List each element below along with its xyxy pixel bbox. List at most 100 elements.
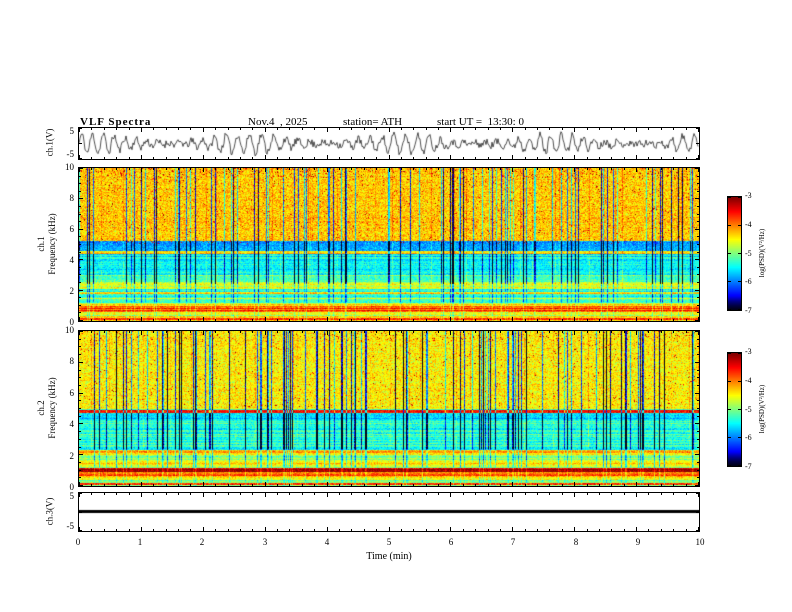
- tick-mark: [277, 128, 278, 130]
- tick-mark: [537, 529, 538, 531]
- tick-mark: [599, 484, 600, 486]
- tick-mark: [228, 484, 229, 486]
- tick-mark: [738, 197, 741, 198]
- tick-mark: [587, 128, 588, 130]
- tick-mark: [686, 157, 687, 159]
- tick-mark: [190, 493, 191, 495]
- tick-mark: [450, 128, 451, 132]
- time-axis-label: Time (min): [366, 551, 412, 562]
- tick-mark: [79, 229, 83, 230]
- tick-mark: [79, 183, 81, 184]
- tick-mark: [327, 331, 328, 335]
- tick-mark: [463, 168, 464, 170]
- tick-mark: [302, 529, 303, 531]
- tick-mark: [351, 157, 352, 159]
- tick-mark: [215, 529, 216, 531]
- tick-mark: [314, 331, 315, 333]
- tick-mark: [141, 168, 142, 172]
- tick-mark: [450, 317, 451, 321]
- tick-mark: [450, 168, 451, 172]
- tick-mark: [178, 168, 179, 170]
- tick-mark: [697, 176, 699, 177]
- tick-mark: [91, 128, 92, 130]
- tick-mark: [79, 512, 82, 513]
- tick-mark: [104, 529, 105, 531]
- tick-mark: [79, 493, 82, 494]
- tick-label: -6: [745, 277, 752, 286]
- tick-mark: [636, 155, 637, 159]
- tick-mark: [426, 484, 427, 486]
- tick-label: 4: [324, 537, 330, 547]
- tick-mark: [697, 439, 699, 440]
- tick-mark: [277, 168, 278, 170]
- tick-mark: [314, 157, 315, 159]
- tick-mark: [141, 155, 142, 159]
- tick-mark: [376, 128, 377, 130]
- tick-mark: [697, 385, 699, 386]
- tick-mark: [512, 128, 513, 132]
- tick-mark: [364, 157, 365, 159]
- tick-mark: [574, 317, 575, 321]
- tick-mark: [475, 493, 476, 495]
- tick-mark: [697, 206, 699, 207]
- tick-mark: [500, 168, 501, 170]
- tick-mark: [401, 331, 402, 333]
- tick-mark: [215, 157, 216, 159]
- tick-mark: [525, 128, 526, 130]
- tick-mark: [376, 157, 377, 159]
- tick-mark: [79, 297, 81, 298]
- tick-mark: [166, 529, 167, 531]
- tick-mark: [240, 168, 241, 170]
- tick-mark: [697, 282, 699, 283]
- tick-mark: [327, 128, 328, 132]
- tick-mark: [203, 493, 204, 497]
- tick-mark: [389, 482, 390, 486]
- tick-mark: [327, 155, 328, 159]
- tick-mark: [277, 493, 278, 495]
- tick-mark: [129, 168, 130, 170]
- tick-mark: [141, 331, 142, 335]
- tick-mark: [79, 400, 81, 401]
- tick-mark: [463, 529, 464, 531]
- tick-mark: [611, 157, 612, 159]
- tick-mark: [587, 529, 588, 531]
- tick-mark: [525, 168, 526, 170]
- tick-mark: [475, 128, 476, 130]
- tick-mark: [215, 493, 216, 495]
- tick-mark: [673, 168, 674, 170]
- tick-mark: [537, 484, 538, 486]
- tick-mark: [228, 128, 229, 130]
- tick-mark: [91, 493, 92, 495]
- ch2-spectrogram-panel: [78, 330, 700, 487]
- tick-mark: [79, 408, 81, 409]
- tick-mark: [129, 128, 130, 130]
- tick-mark: [190, 529, 191, 531]
- tick-label: -7: [745, 306, 752, 315]
- tick-mark: [351, 128, 352, 130]
- tick-mark: [364, 128, 365, 130]
- tick-mark: [697, 447, 699, 448]
- tick-mark: [141, 317, 142, 321]
- tick-mark: [215, 331, 216, 333]
- tick-mark: [376, 493, 377, 495]
- tick-mark: [314, 128, 315, 130]
- tick-label: 5: [69, 491, 75, 501]
- tick-label: -3: [745, 191, 752, 200]
- tick-mark: [661, 529, 662, 531]
- tick-mark: [697, 183, 699, 184]
- tick-mark: [488, 157, 489, 159]
- tick-mark: [79, 485, 83, 486]
- tick-mark: [141, 493, 142, 497]
- tick-mark: [153, 529, 154, 531]
- tick-mark: [686, 128, 687, 130]
- tick-mark: [512, 482, 513, 486]
- tick-mark: [376, 529, 377, 531]
- tick-mark: [738, 353, 741, 354]
- tick-mark: [562, 128, 563, 130]
- tick-mark: [79, 290, 83, 291]
- tick-mark: [488, 484, 489, 486]
- tick-mark: [537, 319, 538, 321]
- tick-mark: [673, 493, 674, 495]
- tick-mark: [624, 331, 625, 333]
- tick-mark: [190, 331, 191, 333]
